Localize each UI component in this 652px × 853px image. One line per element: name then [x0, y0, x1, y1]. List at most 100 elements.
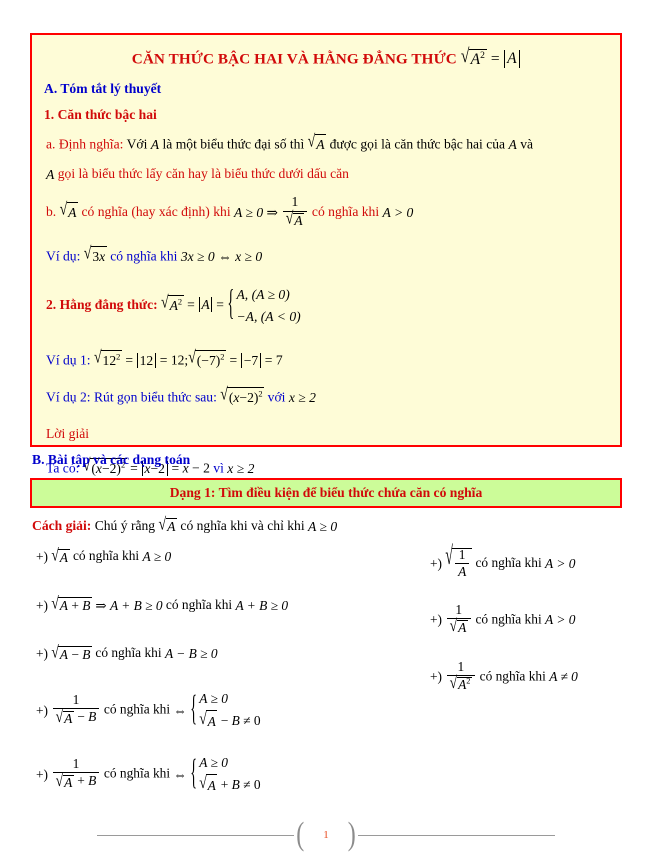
definition-b-text-2: có nghĩa khi	[311, 204, 380, 220]
cond-A-plus-B-ge-0: A + B ≥ 0	[109, 597, 163, 613]
cond-A-ge-0: A ≥ 0	[234, 205, 264, 221]
cond-x-ge-2-b: x ≥ 2	[227, 461, 255, 477]
iff-symbol: ⇔	[218, 249, 232, 265]
cond-4: A > 0	[545, 556, 576, 572]
definition-b-label: b.	[46, 204, 57, 220]
definition-a: a. Định nghĩa: Với A là một biểu thức đạ…	[46, 132, 610, 157]
example-2-expression: √(x−2)2	[220, 386, 265, 410]
definition-a-label: a. Định nghĩa:	[46, 136, 124, 152]
sqrt-A-method: √A	[158, 515, 177, 535]
label-co-nghia-khi-6: có nghĩa khi	[479, 668, 546, 684]
expr-one-over-sqrtA-minus-B: 1 √A − B	[51, 693, 100, 727]
iff-symbol-3: ⇔	[173, 766, 187, 782]
example-2-label: Ví dụ 2:	[46, 389, 91, 405]
system-2: {A ≥ 0 √A + B ≠ 0	[190, 752, 260, 797]
definition-b-text-1: có nghĩa (hay xác định) khi	[81, 204, 231, 220]
example-label: Ví dụ:	[46, 248, 81, 264]
cond-1: A ≥ 0	[142, 548, 172, 564]
example-text: có nghĩa khi	[110, 248, 178, 264]
method-text-2: có nghĩa khi và chỉ khi	[180, 518, 305, 534]
method-text-1: Chú ý rằng	[94, 518, 156, 534]
one-over-sqrt-A: 1 √A	[281, 195, 308, 230]
system-1-line-1: A ≥ 0	[199, 691, 228, 706]
dang-1-banner: Dạng 1: Tìm điều kiện để biểu thức chứa …	[30, 478, 622, 508]
conditions-system-list: +) 1 √A − B có nghĩa khi ⇔ {A ≥ 0 √A − B ≠…	[36, 688, 261, 816]
expr-sqrt-A: √A	[51, 545, 70, 565]
cond-6: A ≠ 0	[549, 669, 578, 685]
definition-a-cont: A gọi là biểu thức lấy căn hay là biểu t…	[46, 164, 610, 185]
sqrt-A-inline-2: √A	[60, 201, 79, 225]
example-2-with: với	[267, 389, 286, 405]
case-positive: A, (A ≥ 0)	[236, 287, 290, 303]
condition-item-one-over-sqrt-A: +) 1 √A có nghĩa khi A > 0	[430, 602, 645, 637]
dang-1-label: Dạng 1: Tìm điều kiện để biểu thức chứa …	[169, 485, 483, 500]
page-title-text: CĂN THỨC BẬC HAI VÀ HẰNG ĐẲNG THỨC	[131, 50, 457, 68]
subsection-2-heading: 2. Hằng đẳng thức:	[46, 297, 158, 313]
expr-sqrt-A-plus-B: √A + B	[51, 593, 93, 614]
sqrt-A-inline: √A	[308, 132, 327, 157]
method-label: Cách giải:	[32, 518, 92, 534]
solution-because: vì	[213, 460, 224, 476]
condition-item-one-over-sqrt-A-sq: +) 1 √A2 có nghĩa khi A ≠ 0	[430, 659, 645, 694]
solution-heading: Lời giải	[46, 424, 610, 444]
cond-3x-ge-0: 3x ≥ 0	[180, 249, 215, 265]
plus-marker-7: +)	[36, 702, 49, 718]
label-co-nghia-khi-3: có nghĩa khi	[95, 645, 162, 661]
condition-item-sqrt-A-minus-B: +) √A − B có nghĩa khi A − B ≥ 0	[36, 643, 426, 663]
footer-right-paren: )	[347, 816, 356, 852]
label-co-nghia-khi-2: có nghĩa khi	[165, 596, 233, 612]
system-2-line-2: √A + B ≠ 0	[199, 773, 260, 797]
condition-item-one-over-sqrtA-minus-B: +) 1 √A − B có nghĩa khi ⇔ {A ≥ 0 √A − B ≠…	[36, 688, 261, 733]
subsection-1-heading: 1. Căn thức bậc hai	[44, 106, 157, 122]
conditions-left-column: +) √A có nghĩa khi A ≥ 0 +) √A + B ⇒ A +…	[36, 545, 426, 694]
identity-line: 2. Hằng đẳng thức: √A2 = A = {A, (A ≥ 0)…	[46, 284, 610, 328]
plus-marker-8: +)	[36, 766, 49, 782]
page-title: CĂN THỨC BẬC HAI VÀ HẰNG ĐẲNG THỨC √A2 =…	[42, 46, 610, 71]
plus-marker-5: +)	[430, 612, 443, 628]
example-2-text: Rút gọn biểu thức sau:	[93, 389, 217, 405]
plus-marker-3: +)	[36, 646, 49, 662]
system-2-line-1: A ≥ 0	[199, 755, 228, 771]
definition-b: b. √A có nghĩa (hay xác định) khi A ≥ 0 …	[46, 195, 610, 230]
identity-formula: √A2 = A = {A, (A ≥ 0) −A, (A < 0)	[161, 284, 301, 328]
plus-marker-2: +)	[36, 597, 49, 613]
example-1-label: Ví dụ 1:	[46, 352, 91, 368]
condition-item-sqrt-A-plus-B: +) √A + B ⇒ A + B ≥ 0 có nghĩa khi A + B…	[36, 593, 426, 615]
page-footer: ( 1 )	[0, 816, 652, 852]
plus-marker-6: +)	[430, 669, 443, 685]
var-A-2: A	[508, 136, 517, 152]
var-A: A	[150, 136, 160, 152]
label-co-nghia-khi-1: có nghĩa khi	[72, 548, 140, 563]
title-formula: √A2 = A	[461, 46, 520, 71]
footer-rule-left	[97, 834, 295, 836]
definition-a-text-5: gọi là biểu thức lấy căn hay là biểu thứ…	[57, 166, 349, 182]
cond-x-ge-0: x ≥ 0	[235, 249, 263, 265]
implies-symbol-2: ⇒	[95, 597, 107, 613]
plus-marker-1: +)	[36, 548, 49, 564]
label-co-nghia-khi-5: có nghĩa khi	[475, 611, 542, 627]
cond-A-ge-0-method: A ≥ 0	[308, 519, 338, 534]
cond-A-plus-B-ge-0-b: A + B ≥ 0	[235, 597, 289, 613]
expr-one-over-sqrt-A-sq: 1 √A2	[445, 659, 476, 694]
page-number: 1	[323, 829, 329, 841]
definition-a-text-2: là một biểu thức đại số thì	[162, 136, 305, 152]
var-A-3: A	[46, 167, 55, 183]
definition-a-text-1: Với	[126, 136, 148, 152]
case-negative: −A, (A < 0)	[236, 309, 301, 325]
label-co-nghia-khi-7: có nghĩa khi	[103, 701, 171, 717]
iff-symbol-2: ⇔	[173, 702, 187, 718]
theory-box: CĂN THỨC BẬC HAI VÀ HẰNG ĐẲNG THỨC √A2 =…	[30, 33, 622, 476]
conditions-right-column: +) √ 1 A có nghĩa khi A > 0 +) 1 √A có nghĩ…	[430, 541, 645, 717]
cond-A-minus-B-ge-0: A − B ≥ 0	[164, 646, 218, 662]
expr-one-over-sqrt-A: 1 √A	[445, 602, 472, 637]
cond-5: A > 0	[545, 612, 576, 628]
footer-rule-right	[357, 834, 555, 836]
system-1-line-2: √A − B ≠ 0	[199, 709, 260, 733]
section-a-heading: A. Tóm tắt lý thuyết	[44, 80, 162, 96]
condition-item-sqrt-A: +) √A có nghĩa khi A ≥ 0	[36, 545, 426, 566]
footer-left-paren: (	[296, 816, 305, 852]
example-1-line: Ví dụ 1: √122 = 12 = 12;√(−7)2 = −7 = 7	[46, 349, 610, 373]
example-1-formula: √122 = 12 = 12;√(−7)2 = −7 = 7	[94, 349, 283, 373]
expr-one-over-sqrtA-plus-B: 1 √A + B	[51, 757, 100, 791]
example-2-line: Ví dụ 2: Rút gọn biểu thức sau: √(x−2)2 …	[46, 386, 610, 410]
